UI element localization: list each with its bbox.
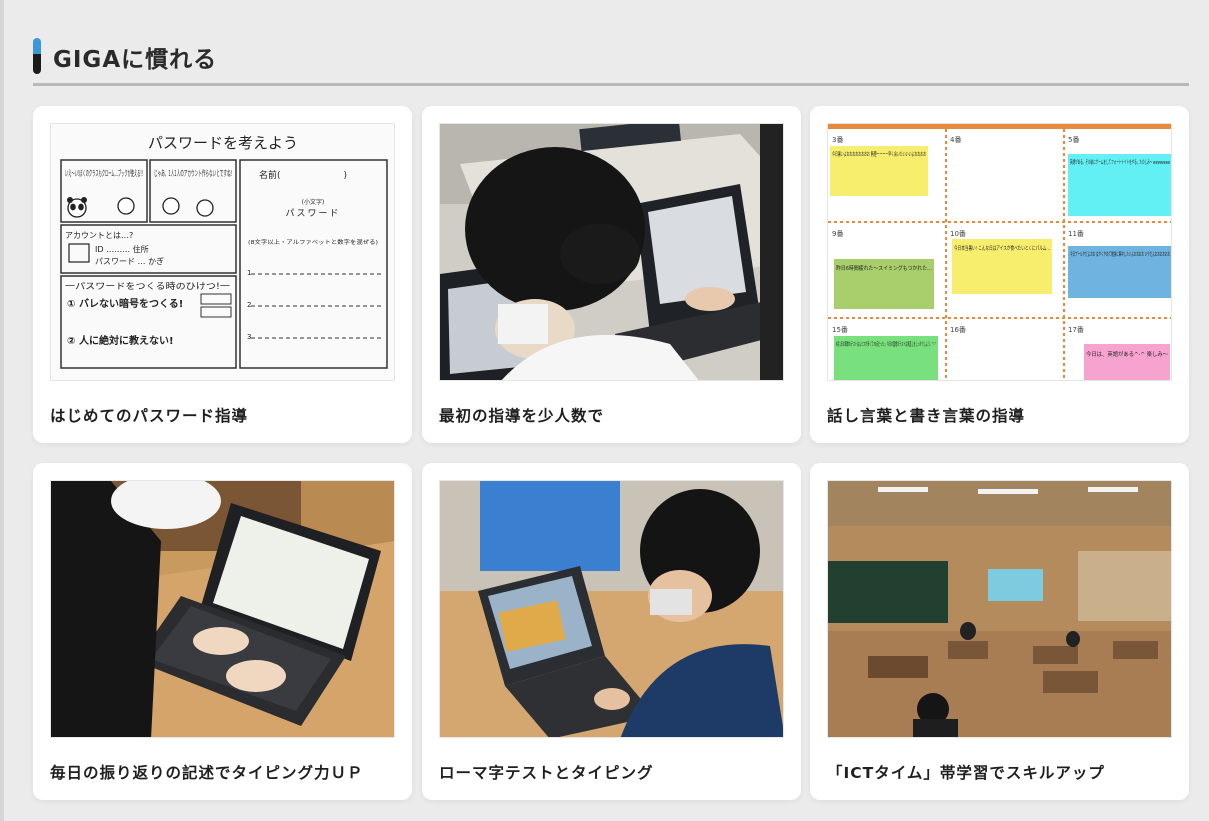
worksheet-name-label: 名前( ) [259,169,347,181]
window-edge [0,0,4,821]
section-divider [33,83,1189,86]
section-title: GIGAに慣れる [53,47,218,73]
worksheet-heading: パスワードを考えよう [148,134,298,152]
card-title[interactable]: 最初の指導を少人数で [439,404,789,426]
card-thumbnail[interactable] [50,480,395,738]
card-title[interactable]: はじめてのパスワード指導 [50,404,400,426]
worksheet-pw-label: パスワード … かぎ [95,256,164,266]
svg-text:1: 1 [247,269,251,277]
svg-text:6月1日の算数のテストはんミスが多くて76点だった;-; 今: 6月1日の算数のテストはんミスが多くて76点だった;-; 今日の国語のテストは見… [836,340,936,348]
card-title[interactable]: 話し言葉と書き言葉の指導 [827,404,1177,426]
worksheet-account-label: アカウントとは…? [65,231,133,240]
svg-text:今日プールやだよおお はやくやめて勉強に集中したいよおおおお: 今日プールやだよおお はやくやめて勉強に集中したいよおおおお いやだよおおおおお… [1070,250,1170,258]
worksheet-hint: (8文字以上・アルファベットと数字を混ぜる) [248,238,378,246]
article-card-small-group[interactable]: 最初の指導を少人数で [422,106,801,443]
article-card-romaji[interactable]: ローマ字テストとタイピング [422,463,801,800]
worksheet-tip-1: ① バレない暗号をつくる! [67,297,183,310]
calendar-notes-image: 3番 4番 5番 9番 10番 11番 15番 16番 17番 今日暑いよおおお… [828,124,1171,380]
card-thumbnail[interactable] [439,123,784,381]
card-title[interactable]: 毎日の振り返りの記述でタイピング力ＵＰ [50,761,400,783]
student-laptop-photo [440,124,783,380]
card-title[interactable]: 「ICTタイム」帯学習でスキルアップ [827,761,1177,783]
svg-text:15番: 15番 [832,326,848,334]
svg-text:今日は、英語がある^-^ 楽しみ〜: 今日は、英語がある^-^ 楽しみ〜 [1086,350,1168,358]
article-card-language[interactable]: 3番 4番 5番 9番 10番 11番 15番 16番 17番 今日暑いよおおお… [810,106,1189,443]
card-title[interactable]: ローマ字テストとタイピング [439,761,789,783]
svg-text:9番: 9番 [832,230,843,238]
article-card-ict-time[interactable]: 「ICTタイム」帯学習でスキルアップ [810,463,1189,800]
student-typing-photo [51,481,394,737]
worksheet-password-label: パスワード [285,208,340,219]
svg-text:11番: 11番 [1068,230,1084,238]
card-thumbnail[interactable] [439,480,784,738]
card-thumbnail[interactable]: パスワードを考えよう いえ〜い!ぼくのクラスもクローム…ブックが使える!! じゃ… [50,123,395,381]
svg-text:2: 2 [247,301,251,309]
svg-text:今日暑いよおおおおおおおお 無理ーーーー早く会いたいいいよお: 今日暑いよおおおおおおおお 無理ーーーー早く会いたいいいよおおおお [832,150,926,158]
svg-text:4番: 4番 [950,136,961,144]
card-thumbnail[interactable] [827,480,1172,738]
classroom-photo [828,481,1171,737]
svg-text:5番: 5番 [1068,136,1079,144]
svg-text:今日本当暑い! こんな日はアイスが食べたいとくにパルム…: 今日本当暑い! こんな日はアイスが食べたいとくにパルム… [954,244,1050,252]
svg-text:10番: 10番 [950,230,966,238]
svg-text:3: 3 [247,333,251,341]
worksheet-speech-2: じゃあ、1人1人のアカウント作らないとですね! [154,168,232,178]
svg-text:3番: 3番 [832,136,843,144]
section-accent-bar [33,38,41,74]
worksheet-speech-1: いえ〜い!ぼくのクラスもクローム…ブックが使える!! [65,168,143,178]
article-card-password[interactable]: パスワードを考えよう いえ〜い!ぼくのクラスもクローム…ブックが使える!! じゃ… [33,106,412,443]
worksheet-small-hint: (小文字) [302,198,325,206]
svg-text:英語がある。その前にゲームをしてフォートナイトをやる。たのし: 英語がある。その前にゲームをしてフォートナイトをやる。たのしみ〜 wwwwwww… [1070,158,1170,166]
svg-text:昨日6時間疲れた〜スイミングもつかれた…: 昨日6時間疲れた〜スイミングもつかれた… [836,264,932,272]
article-card-typing-reflection[interactable]: 毎日の振り返りの記述でタイピング力ＵＰ [33,463,412,800]
svg-text:17番: 17番 [1068,326,1084,334]
worksheet-id-label: ID ……… 住所 [95,244,149,254]
worksheet-tip-2: ② 人に絶対に教えない! [67,334,174,347]
password-worksheet-image: パスワードを考えよう いえ〜い!ぼくのクラスもクローム…ブックが使える!! じゃ… [51,124,394,380]
section-header: GIGAに慣れる [33,38,1189,86]
card-thumbnail[interactable]: 3番 4番 5番 9番 10番 11番 15番 16番 17番 今日暑いよおおお… [827,123,1172,381]
boy-laptop-photo [440,481,783,737]
svg-text:16番: 16番 [950,326,966,334]
worksheet-tips-heading: 一パスワードをつくる時のひけつ!一 [65,282,231,292]
